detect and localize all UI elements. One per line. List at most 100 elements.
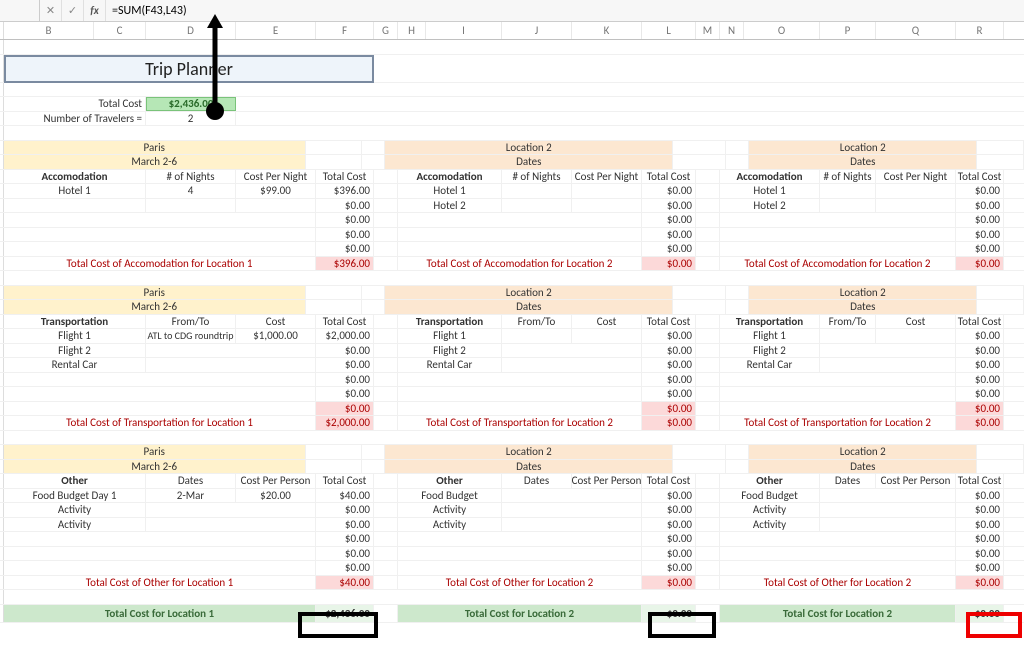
b3-sub3-v[interactable]: $0.00 — [956, 576, 1004, 590]
col-F[interactable]: F — [316, 22, 374, 39]
b2-f1c[interactable]: Flight 1 — [720, 329, 820, 343]
b3-fbb[interactable]: Food Budget — [398, 489, 502, 503]
b1-l3-tc2[interactable]: $0.00 — [956, 213, 1004, 227]
b2-l3-tc5[interactable]: $0.00 — [956, 402, 1004, 416]
name-box[interactable] — [0, 0, 40, 21]
b1-l3-tc4[interactable]: $0.00 — [956, 242, 1004, 256]
col-K[interactable]: K — [572, 22, 642, 39]
b3-l1-tc0[interactable]: $40.00 — [316, 489, 374, 503]
b2-l1-tc4[interactable]: $0.00 — [316, 387, 374, 401]
b3-fb1[interactable]: Food Budget Day 1 — [4, 489, 146, 503]
b2-l1-tc3[interactable]: $0.00 — [316, 373, 374, 387]
b1-l1-tc2[interactable]: $0.00 — [316, 213, 374, 227]
formula-input[interactable]: =SUM(F43,L43) — [106, 4, 1024, 18]
b2-sub2-v[interactable]: $0.00 — [642, 416, 696, 430]
b3-sub2-v[interactable]: $0.00 — [642, 576, 696, 590]
col-J[interactable]: J — [502, 22, 572, 39]
b2-sub1-v[interactable]: $2,000.00 — [316, 416, 374, 430]
b2-l2-tc2[interactable]: $0.00 — [642, 358, 696, 372]
b1-l1-tc3[interactable]: $0.00 — [316, 228, 374, 242]
cancel-icon[interactable]: ✕ — [40, 0, 62, 21]
b3-sub1-v[interactable]: $40.00 — [316, 576, 374, 590]
b2-l3-tc1[interactable]: $0.00 — [956, 344, 1004, 358]
total-cost-value[interactable]: $2,436.00 — [146, 97, 236, 111]
b1-l1-cpn[interactable]: $99.00 — [236, 184, 316, 198]
col-R[interactable]: R — [956, 22, 1004, 39]
grand-l1-v[interactable]: $2,436.00 — [316, 605, 374, 622]
b2-l1-tc2[interactable]: $0.00 — [316, 358, 374, 372]
b3-date[interactable]: 2-Mar — [146, 489, 236, 503]
col-C[interactable]: C — [94, 22, 146, 39]
worksheet[interactable]: Trip Planner Total Cost $2,436.00 Number… — [0, 40, 1024, 623]
b3-l2-tc4[interactable]: $0.00 — [642, 547, 696, 561]
b3-act2c[interactable]: Activity — [720, 518, 820, 532]
b3-l3-tc4[interactable]: $0.00 — [956, 547, 1004, 561]
grand-l2-v[interactable]: $0.00 — [642, 605, 696, 622]
b2-f1b[interactable]: Flight 1 — [398, 329, 502, 343]
b3-cpp[interactable]: $20.00 — [236, 489, 316, 503]
b1-l3-tc1[interactable]: $0.00 — [956, 199, 1004, 213]
b3-act1c[interactable]: Activity — [720, 503, 820, 517]
b3-l1-tc2[interactable]: $0.00 — [316, 518, 374, 532]
b2-sub3-v[interactable]: $0.00 — [956, 416, 1004, 430]
formula-bar[interactable]: ✕ ✓ fx =SUM(F43,L43) — [0, 0, 1024, 22]
b1-l1-tc4[interactable]: $0.00 — [316, 242, 374, 256]
b1-hotel2c[interactable]: Hotel 2 — [720, 199, 820, 213]
b1-l3-tc0[interactable]: $0.00 — [956, 184, 1004, 198]
b1-l1-nights[interactable]: 4 — [146, 184, 236, 198]
b1-hotel1c[interactable]: Hotel 1 — [720, 184, 820, 198]
b2-cost[interactable]: $1,000.00 — [236, 329, 316, 343]
b1-sub1-v[interactable]: $396.00 — [316, 257, 374, 271]
b2-rcb[interactable]: Rental Car — [398, 358, 502, 372]
col-I[interactable]: I — [426, 22, 502, 39]
b2-f2[interactable]: Flight 2 — [4, 344, 146, 358]
b2-l2-tc5[interactable]: $0.00 — [642, 402, 696, 416]
col-M[interactable]: M — [696, 22, 720, 39]
b1-sub3-v[interactable]: $0.00 — [956, 257, 1004, 271]
b2-l1-tc0[interactable]: $2,000.00 — [316, 329, 374, 343]
b2-l3-tc2[interactable]: $0.00 — [956, 358, 1004, 372]
column-headers[interactable]: B C D E F G H I J K L M N O P Q R — [0, 22, 1024, 40]
col-H[interactable]: H — [398, 22, 426, 39]
b3-l2-tc0[interactable]: $0.00 — [642, 489, 696, 503]
b3-act2b[interactable]: Activity — [398, 518, 502, 532]
col-Q[interactable]: Q — [876, 22, 956, 39]
b2-l2-tc3[interactable]: $0.00 — [642, 373, 696, 387]
b1-l1-tc1[interactable]: $0.00 — [316, 199, 374, 213]
b1-l2-tc2[interactable]: $0.00 — [642, 213, 696, 227]
b2-f2c[interactable]: Flight 2 — [720, 344, 820, 358]
col-L[interactable]: L — [642, 22, 696, 39]
b3-l3-tc2[interactable]: $0.00 — [956, 518, 1004, 532]
col-N[interactable]: N — [720, 22, 744, 39]
b2-f1[interactable]: Flight 1 — [4, 329, 146, 343]
b2-l2-tc0[interactable]: $0.00 — [642, 329, 696, 343]
col-P[interactable]: P — [820, 22, 876, 39]
b3-fbc[interactable]: Food Budget — [720, 489, 820, 503]
b2-l2-tc4[interactable]: $0.00 — [642, 387, 696, 401]
b3-l3-tc1[interactable]: $0.00 — [956, 503, 1004, 517]
col-D[interactable]: D — [146, 22, 236, 39]
b3-l2-tc5[interactable]: $0.00 — [642, 561, 696, 575]
b1-l2-tc0[interactable]: $0.00 — [642, 184, 696, 198]
b3-act1b[interactable]: Activity — [398, 503, 502, 517]
b2-l3-tc0[interactable]: $0.00 — [956, 329, 1004, 343]
b2-l3-tc3[interactable]: $0.00 — [956, 373, 1004, 387]
b1-l1-tc0[interactable]: $396.00 — [316, 184, 374, 198]
b2-f2b[interactable]: Flight 2 — [398, 344, 502, 358]
b3-l3-tc3[interactable]: $0.00 — [956, 532, 1004, 546]
b2-l1-tc5[interactable]: $0.00 — [316, 402, 374, 416]
b2-rcc[interactable]: Rental Car — [720, 358, 820, 372]
b3-l1-tc3[interactable]: $0.00 — [316, 532, 374, 546]
b1-hotel2b[interactable]: Hotel 2 — [398, 199, 502, 213]
b2-l2-tc1[interactable]: $0.00 — [642, 344, 696, 358]
num-travelers-value[interactable]: 2 — [146, 112, 236, 126]
b3-l2-tc3[interactable]: $0.00 — [642, 532, 696, 546]
b2-rc[interactable]: Rental Car — [4, 358, 146, 372]
b3-l3-tc5[interactable]: $0.00 — [956, 561, 1004, 575]
b1-hotel1b[interactable]: Hotel 1 — [398, 184, 502, 198]
fx-icon[interactable]: fx — [84, 0, 106, 21]
b3-act1a[interactable]: Activity — [4, 503, 146, 517]
col-B[interactable]: B — [4, 22, 94, 39]
b1-hotel1[interactable]: Hotel 1 — [4, 184, 146, 198]
b3-l3-tc0[interactable]: $0.00 — [956, 489, 1004, 503]
